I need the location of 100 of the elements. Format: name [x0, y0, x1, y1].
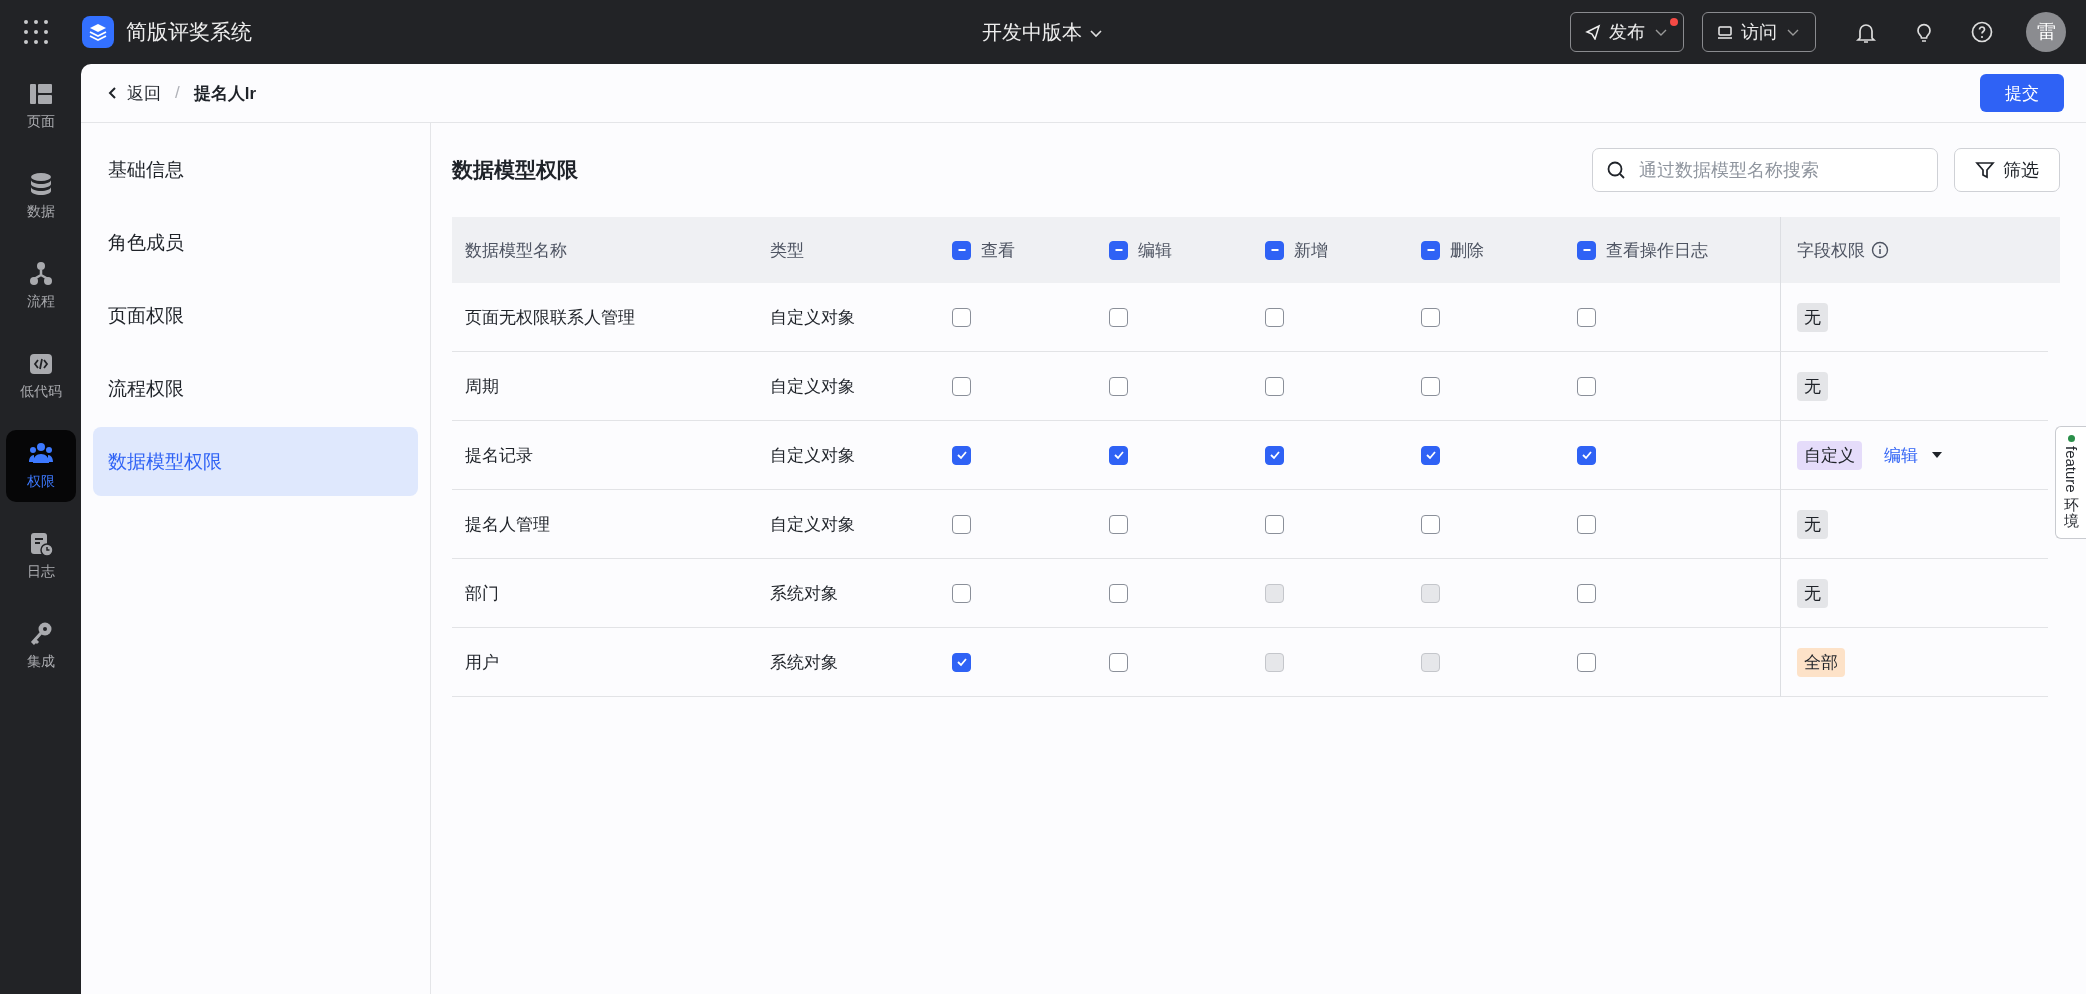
nav-item[interactable]: 数据: [5, 160, 76, 232]
permission-tag: 全部: [1797, 647, 1845, 677]
checkbox[interactable]: [952, 376, 971, 396]
table-cell-text: 页面无权限联系人管理: [465, 306, 635, 329]
breadcrumb-separator: /: [175, 83, 180, 103]
column-header: 查看操作日志: [1606, 239, 1708, 262]
checkbox[interactable]: [1421, 376, 1440, 396]
nav-item[interactable]: 日志: [5, 520, 76, 592]
table-cell-text: 部门: [465, 582, 499, 605]
breadcrumb-current: 提名人lr: [193, 82, 257, 105]
checkbox[interactable]: [1577, 583, 1596, 603]
table-cell-text: 系统对象: [770, 651, 838, 674]
checkbox[interactable]: [1577, 240, 1596, 260]
checkmark-icon: [1580, 449, 1593, 461]
submit-button[interactable]: 提交: [1980, 74, 2064, 112]
column-header: 新增: [1294, 239, 1328, 262]
menu-item[interactable]: 基础信息: [93, 135, 418, 204]
section-title: 数据模型权限: [452, 157, 578, 183]
search-field[interactable]: 通过数据模型名称搜索: [1592, 148, 1938, 192]
nav-item[interactable]: 权限: [5, 430, 76, 502]
checkmark-icon: [955, 656, 968, 668]
checkbox[interactable]: [1109, 583, 1128, 603]
checkbox[interactable]: [1109, 445, 1128, 465]
nav-item[interactable]: 低代码: [5, 340, 76, 412]
checkbox[interactable]: [1109, 514, 1128, 534]
publish-button[interactable]: 发布: [1570, 12, 1684, 52]
table-cell-text: 提名记录: [465, 444, 533, 467]
monitor-icon: [1717, 24, 1733, 40]
column-header: 类型: [770, 239, 804, 262]
checkbox[interactable]: [1421, 240, 1440, 260]
layout-icon: [27, 81, 54, 107]
table-cell-text: 自定义对象: [770, 444, 855, 467]
nav-item[interactable]: 流程: [5, 250, 76, 322]
table-cell-text: 周期: [465, 375, 499, 398]
permission-tag: 无: [1797, 578, 1828, 608]
menu-item[interactable]: 流程权限: [93, 354, 418, 423]
checkbox[interactable]: [1577, 652, 1596, 672]
version-dropdown[interactable]: 开发中版本: [976, 18, 1110, 47]
column-header: 数据模型名称: [465, 239, 567, 262]
help-icon[interactable]: [1970, 20, 1994, 44]
checkmark-icon: [955, 449, 968, 461]
permission-tag: 无: [1797, 371, 1828, 401]
checkbox[interactable]: [1265, 240, 1284, 260]
column-header: 编辑: [1138, 239, 1172, 262]
nav-item[interactable]: 集成: [5, 610, 76, 682]
checkbox[interactable]: [1109, 240, 1128, 260]
filter-button[interactable]: 筛选: [1954, 148, 2060, 192]
menu-item[interactable]: 页面权限: [93, 281, 418, 350]
checkbox[interactable]: [1265, 445, 1284, 465]
table-cell-text: 自定义对象: [770, 306, 855, 329]
checkbox[interactable]: [1577, 307, 1596, 327]
permission-tag: 自定义: [1797, 440, 1862, 470]
checkbox[interactable]: [1421, 307, 1440, 327]
search-icon: [1606, 160, 1626, 180]
menu-item[interactable]: 数据模型权限: [93, 427, 418, 496]
visit-button[interactable]: 访问: [1702, 12, 1816, 52]
checkbox[interactable]: [1109, 307, 1128, 327]
checkbox[interactable]: [952, 583, 971, 603]
checkbox[interactable]: [952, 514, 971, 534]
table-cell-text: 用户: [465, 651, 499, 674]
edit-link[interactable]: 编辑: [1876, 443, 1918, 467]
checkbox[interactable]: [1577, 514, 1596, 534]
checkbox[interactable]: [1577, 376, 1596, 396]
permission-tag: 无: [1797, 509, 1828, 539]
back-link[interactable]: 返回: [105, 81, 161, 105]
checkbox[interactable]: [952, 445, 971, 465]
apps-grid-icon[interactable]: [22, 18, 50, 46]
flow-icon: [27, 261, 54, 287]
environment-label: 环境: [2063, 496, 2079, 530]
environment-name: feature: [2062, 446, 2080, 493]
app-name: 简版评奖系统: [126, 19, 252, 45]
send-icon: [1585, 24, 1601, 40]
app-logo: [82, 16, 114, 48]
checkmark-icon: [1268, 449, 1281, 461]
status-dot: [2067, 435, 2075, 442]
checkbox[interactable]: [1109, 652, 1128, 672]
checkbox[interactable]: [1109, 376, 1128, 396]
checkbox[interactable]: [1421, 445, 1440, 465]
table-cell-text: 提名人管理: [465, 513, 550, 536]
checkbox[interactable]: [1577, 445, 1596, 465]
table-cell-text: 系统对象: [770, 582, 838, 605]
checkbox[interactable]: [952, 307, 971, 327]
column-header: 删除: [1450, 239, 1484, 262]
table-cell-text: 自定义对象: [770, 375, 855, 398]
checkbox[interactable]: [1265, 307, 1284, 327]
menu-item[interactable]: 角色成员: [93, 208, 418, 277]
checkbox[interactable]: [1265, 514, 1284, 534]
filter-icon: [1975, 160, 1995, 180]
checkbox[interactable]: [952, 652, 971, 672]
checkmark-icon: [1112, 449, 1125, 461]
nav-item[interactable]: 页面: [5, 70, 76, 142]
column-header: 查看: [981, 239, 1015, 262]
checkbox[interactable]: [952, 240, 971, 260]
checkbox[interactable]: [1421, 514, 1440, 534]
column-header: 字段权限: [1797, 239, 1865, 262]
permission-tag: 无: [1797, 302, 1828, 332]
info-icon[interactable]: [1871, 241, 1889, 259]
checkbox[interactable]: [1265, 376, 1284, 396]
code-icon: [27, 351, 54, 377]
environment-tab[interactable]: feature 环境: [2055, 426, 2086, 539]
